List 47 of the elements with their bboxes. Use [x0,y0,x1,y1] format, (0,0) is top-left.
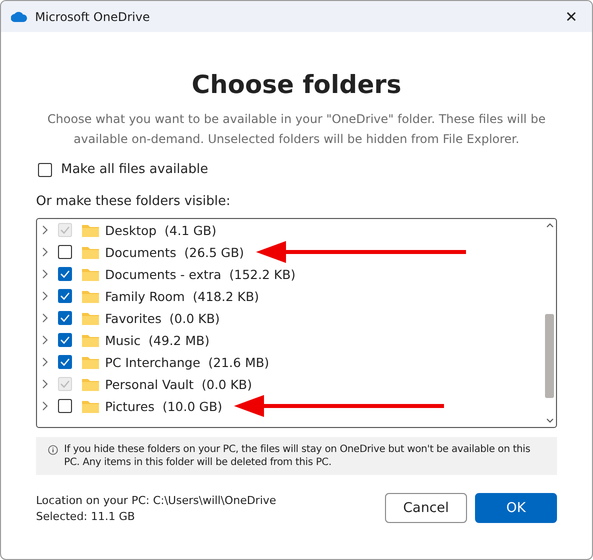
scrollbar-thumb[interactable] [545,314,554,398]
folder-name[interactable]: Documents - extra (152.2 KB) [105,266,296,282]
selected-size: Selected: 11.1 GB [36,510,136,522]
folder-icon [82,312,99,324]
folder-name[interactable]: Music (49.2 MB) [105,332,210,348]
folder-icon [82,268,99,280]
ok-button[interactable]: OK [475,493,557,523]
folder-icon [82,246,99,258]
chevron-icon[interactable] [42,247,48,257]
chevron-icon[interactable] [42,291,48,301]
folder-name[interactable]: Family Room (418.2 KB) [105,288,260,304]
window-title: Microsoft OneDrive [35,10,151,24]
description: Choose what you want to be available in your "OneDrive" folder. These files will be available on-demand. Unselected folders will be hidden from File Explorer. [46,111,547,148]
chevron-icon[interactable] [42,269,48,279]
folder-icon [82,334,99,346]
folder-icon [82,378,99,390]
chevron-icon[interactable] [42,401,48,411]
checkbox[interactable] [58,311,72,325]
chevron-icon[interactable] [42,313,48,323]
info-icon [48,445,58,455]
close-button[interactable]: ✕ [561,8,582,26]
cloud-icon [11,11,27,22]
folder-name[interactable]: PC Interchange (21.6 MB) [105,354,270,370]
folder-name[interactable]: Documents (26.5 GB) [105,244,244,260]
cancel-button[interactable]: Cancel [385,493,467,523]
checkbox[interactable] [58,399,72,413]
folder-name[interactable]: Favorites (0.0 KB) [105,310,220,326]
folder-icon [82,224,99,236]
checkbox[interactable] [58,289,72,303]
checkbox[interactable] [58,267,72,281]
folder-icon [82,356,99,368]
folder-icon [82,400,99,412]
folder-icon [82,290,99,302]
scroll-down-icon[interactable] [546,418,554,423]
chevron-icon[interactable] [42,357,48,367]
checkbox-label: Make all files available [61,162,208,177]
scroll-up-icon[interactable] [546,223,554,228]
heading: Choose folders [190,70,402,99]
checkbox[interactable] [58,355,72,369]
chevron-icon[interactable] [42,335,48,345]
location-text: Location on your PC: C:\Users\will\OneDrive [36,494,278,506]
checkbox[interactable] [38,162,52,176]
info-text: If you hide these folders on your PC, the files will stay on OneDrive but won't be available on this PC. Any items in this folder will be deleted from this PC. [64,443,532,469]
section-label: Or make these folders visible: [36,194,232,209]
folder-name[interactable]: Pictures (10.0 GB) [105,398,222,414]
checkbox[interactable] [58,333,72,347]
checkbox[interactable] [58,245,72,259]
